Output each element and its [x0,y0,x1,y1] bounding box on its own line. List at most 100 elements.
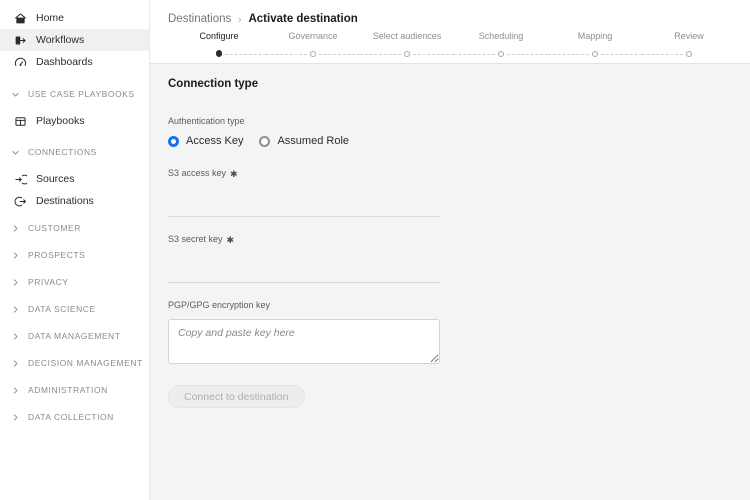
sidebar-section-label: CONNECTIONS [28,147,97,158]
pgp-key-textarea[interactable] [168,319,440,364]
sidebar-section-data-science[interactable]: DATA SCIENCE [0,298,149,320]
app-root: Home Workflows Dashboards USE CASE PLAYBOOK… [0,0,750,500]
sidebar-item-playbooks[interactable]: Playbooks [0,110,149,132]
connection-form: Connection type Authentication type Acce… [150,78,750,408]
s3-secret-key-label: S3 secret key ✱ [168,234,750,245]
radio-unselected-icon[interactable] [259,135,271,147]
required-asterisk-icon: ✱ [230,169,238,179]
stepper-dot-row [266,49,360,58]
section-title: Connection type [168,78,259,90]
sidebar-section-decision-management[interactable]: DECISION MANAGEMENT [0,352,149,374]
content-area: Connection type Authentication type Acce… [150,64,750,500]
sidebar-section-customer[interactable]: CUSTOMER [0,217,149,239]
stepper-connector [319,53,360,55]
auth-type-radio-group: Access Key Assumed Role [168,135,750,147]
s3-access-key-label: S3 access key ✱ [168,169,750,179]
chevron-down-icon [10,147,21,158]
sidebar-section-connections[interactable]: CONNECTIONS [0,141,149,163]
radio-access-key[interactable]: Access Key [168,135,243,147]
stepper-step-label: Mapping [577,31,613,41]
chevron-right-icon [10,331,21,342]
sidebar-section-data-collection[interactable]: DATA COLLECTION [0,406,149,428]
sidebar-section-label: DATA SCIENCE [28,304,96,315]
stepper-step-configure[interactable]: Configure [172,32,266,58]
stepper-connector [454,53,495,55]
pgp-key-label-text: PGP/GPG encryption key [168,300,271,310]
sidebar-section-label: DATA MANAGEMENT [28,331,121,342]
sidebar-section-administration[interactable]: ADMINISTRATION [0,379,149,401]
stepper-connector [413,53,454,55]
radio-label: Access Key [186,135,244,147]
radio-selected-icon[interactable] [168,135,179,147]
sidebar-section-prospects[interactable]: PROSPECTS [0,244,149,266]
sidebar-item-workflows[interactable]: Workflows [0,29,149,51]
stepper-connector [601,53,642,55]
connect-to-destination-button[interactable]: Connect to destination [168,385,305,408]
chevron-right-icon [10,250,21,261]
stepper-connector [266,53,307,55]
sidebar-section-label: ADMINISTRATION [28,385,108,396]
sidebar-item-home[interactable]: Home [0,7,149,29]
sidebar-item-destinations[interactable]: Destinations [0,190,149,212]
required-asterisk-icon: ✱ [226,235,235,245]
radio-assumed-role[interactable]: Assumed Role [259,135,349,147]
chevron-right-icon [10,304,21,315]
sidebar-section-use-case-playbooks[interactable]: USE CASE PLAYBOOKS [0,83,149,105]
stepper-dot [592,50,598,57]
progress-stepper: Configure Governance Select audiences Sched… [172,28,736,58]
stepper-dot [215,50,223,57]
sidebar-section-label: USE CASE PLAYBOOKS [28,89,135,100]
breadcrumb-parent-link[interactable]: Destinations [168,13,231,25]
auth-type-label: Authentication type [168,117,750,126]
sidebar-item-sources[interactable]: Sources [0,168,149,190]
stepper-connector [548,53,589,55]
home-icon [14,12,27,25]
stepper-dot [404,50,410,57]
stepper-step-label: Scheduling [478,31,524,41]
stepper-connector [360,53,401,55]
sidebar-item-label: Workflows [36,34,85,47]
stepper-step-governance[interactable]: Governance [266,32,360,58]
stepper-connector [642,53,683,55]
topbar: Destinations › Activate destination Conf… [150,0,750,64]
s3-secret-key-input[interactable] [168,253,440,283]
sidebar-section-privacy[interactable]: PRIVACY [0,271,149,293]
playbooks-icon [14,115,27,128]
chevron-down-icon [10,89,21,100]
destinations-icon [14,195,27,208]
breadcrumb: Destinations › Activate destination [150,0,750,28]
chevron-right-icon [10,412,21,423]
stepper-step-label: Governance [288,31,338,41]
stepper-dot [686,50,692,57]
stepper-step-select-audiences[interactable]: Select audiences [360,32,454,58]
sidebar-item-label: Dashboards [36,56,93,69]
stepper-step-scheduling[interactable]: Scheduling [454,32,548,58]
sources-icon [14,173,27,186]
stepper-step-label: Configure [199,31,239,41]
chevron-right-icon [10,277,21,288]
stepper-connector [225,53,266,55]
chevron-right-icon [10,358,21,369]
main-area: Destinations › Activate destination Conf… [150,0,750,500]
stepper-dot-row [642,49,736,58]
stepper-connector [507,53,548,55]
stepper-dot-row [360,49,454,58]
page-title: Activate destination [248,13,358,25]
stepper-step-mapping[interactable]: Mapping [548,32,642,58]
sidebar-item-dashboards[interactable]: Dashboards [0,51,149,73]
s3-secret-key-label-text: S3 secret key [168,234,223,244]
sidebar-item-label: Sources [36,173,75,186]
sidebar-item-label: Playbooks [36,115,85,128]
chevron-right-icon [10,385,21,396]
stepper-step-review[interactable]: Review [642,32,736,58]
s3-access-key-input[interactable] [168,187,440,217]
stepper-dot-row [454,49,548,58]
breadcrumb-separator-icon: › [238,13,242,25]
pgp-key-label: PGP/GPG encryption key [168,301,750,310]
sidebar-section-label: DATA COLLECTION [28,412,114,423]
sidebar-item-label: Destinations [36,195,94,208]
sidebar-section-data-management[interactable]: DATA MANAGEMENT [0,325,149,347]
stepper-step-label: Review [674,31,704,41]
